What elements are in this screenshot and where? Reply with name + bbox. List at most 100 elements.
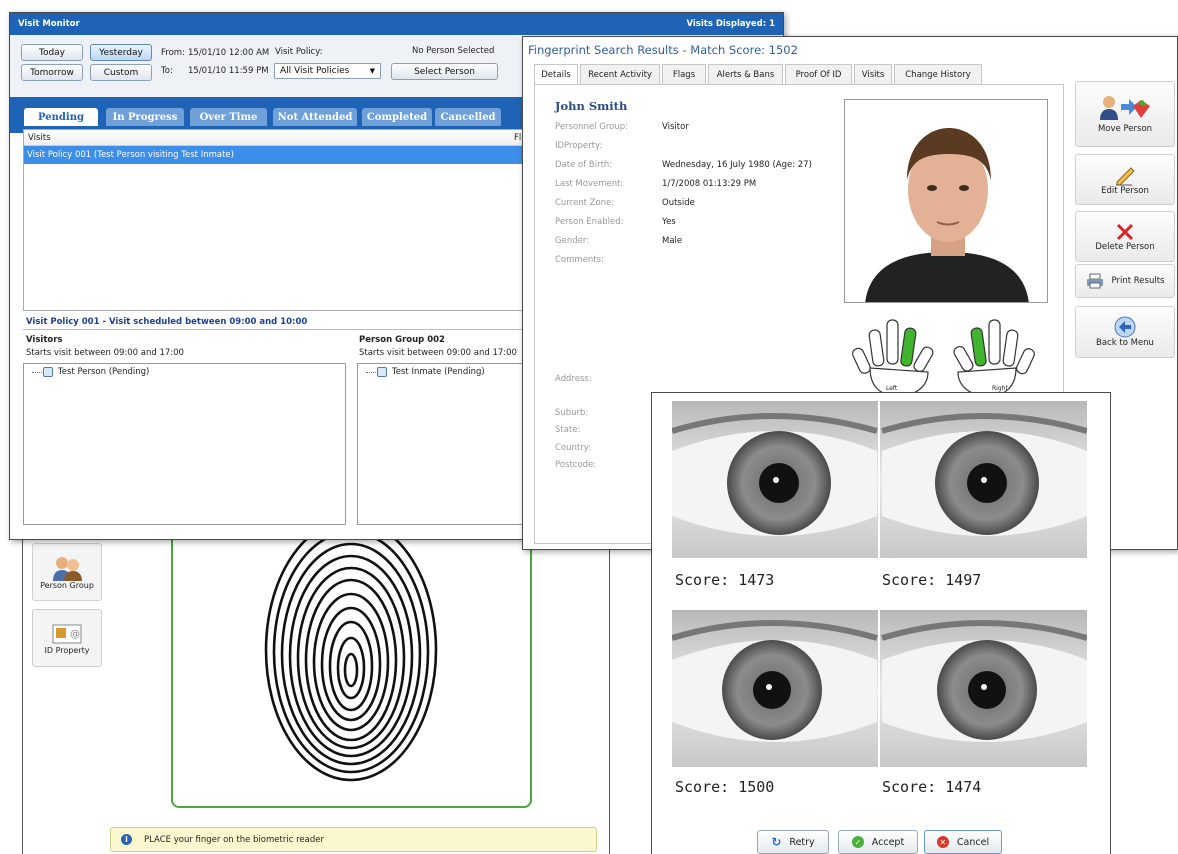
visitors-tree[interactable]: Test Person (Pending) — [23, 363, 346, 525]
field-value: Outside — [662, 198, 695, 208]
move-person-icon — [1100, 96, 1150, 120]
tab-not-attended[interactable]: Not Attended — [273, 108, 357, 126]
field-value: 1/7/2008 01:13:29 PM — [662, 179, 757, 189]
no-person-label: No Person Selected — [412, 46, 495, 56]
retry-label: Retry — [789, 836, 815, 848]
tab-in-progress[interactable]: In Progress — [106, 108, 184, 126]
field-label: Personnel Group: — [555, 122, 628, 132]
field-label: Address: — [555, 374, 592, 384]
accept-label: Accept — [871, 836, 905, 848]
person-name: John Smith — [555, 99, 628, 113]
printer-icon — [1086, 273, 1103, 289]
from-value: 15/01/10 12:00 AM — [188, 48, 270, 58]
person-status-icon — [377, 367, 387, 377]
portrait-image — [865, 128, 1029, 302]
person-group-label: Person Group — [40, 580, 94, 590]
retry-button[interactable]: ↻ Retry — [757, 830, 829, 854]
delete-person-label: Delete Person — [1095, 241, 1155, 252]
field-value: Yes — [662, 217, 676, 227]
visit-policy-select[interactable]: All Visit Policies ▼ — [274, 63, 381, 79]
back-to-menu-label: Back to Menu — [1096, 338, 1154, 348]
group-subtitle: Starts visit between 09:00 and 17:00 — [359, 348, 517, 358]
tab-flags[interactable]: Flags — [662, 64, 706, 84]
right-hand-label: Right — [992, 385, 1008, 392]
group-item[interactable]: Test Inmate (Pending) — [392, 367, 485, 377]
tomorrow-button[interactable]: Tomorrow — [21, 64, 83, 81]
accept-button[interactable]: ✓ Accept — [838, 830, 918, 854]
print-results-button[interactable]: Print Results — [1075, 264, 1175, 298]
cancel-label: Cancel — [956, 836, 990, 848]
field-label: Comments: — [555, 255, 604, 265]
search-results-title: Fingerprint Search Results - Match Score… — [528, 43, 798, 57]
select-person-button[interactable]: Select Person — [391, 63, 498, 80]
yesterday-button[interactable]: Yesterday — [90, 44, 152, 61]
field-value: Male — [662, 236, 683, 246]
tab-proof-of-id[interactable]: Proof Of ID — [785, 64, 852, 84]
visits-column-header: Visits — [28, 133, 51, 143]
svg-text:@: @ — [70, 629, 80, 640]
flags-column-header: Fl — [514, 133, 522, 143]
from-label: From: — [161, 48, 185, 58]
iris-score: Score: 1474 — [882, 778, 982, 796]
person-status-icon — [43, 367, 53, 377]
back-arrow-icon — [1114, 316, 1136, 338]
tab-visits[interactable]: Visits — [854, 64, 892, 84]
hands-finger-diagram — [852, 319, 1035, 396]
iris-score: Score: 1500 — [675, 778, 775, 796]
iris-pair-top — [672, 401, 1087, 558]
delete-x-icon — [1116, 223, 1134, 240]
tab-completed[interactable]: Completed — [362, 108, 432, 126]
field-label: Gender: — [555, 236, 590, 246]
group-tree[interactable]: Test Inmate (Pending) — [357, 363, 537, 525]
field-label: Person Enabled: — [555, 217, 624, 227]
visit-monitor-titlebar: Visit Monitor Visits Displayed: 1 — [10, 13, 783, 35]
person-group-tile[interactable]: Person Group — [32, 543, 102, 601]
tab-cancelled[interactable]: Cancelled — [435, 108, 501, 126]
iris-pair-bottom — [672, 610, 1087, 767]
visit-policy-label: Visit Policy: — [275, 47, 323, 57]
tab-recent-activity[interactable]: Recent Activity — [580, 64, 660, 84]
move-person-button[interactable]: Move Person — [1075, 81, 1175, 147]
iris-score: Score: 1497 — [882, 571, 982, 589]
field-label: Date of Birth: — [555, 160, 613, 170]
field-label: Last Movement: — [555, 179, 624, 189]
visit-row-text: Visit Policy 001 (Test Person visiting T… — [27, 150, 234, 160]
instruction-text: PLACE your finger on the biometric reade… — [144, 834, 324, 845]
tab-pending[interactable]: Pending — [24, 108, 98, 126]
visit-policy-value: All Visit Policies — [280, 66, 350, 76]
edit-person-label: Edit Person — [1101, 185, 1149, 196]
back-to-menu-button[interactable]: Back to Menu — [1075, 306, 1175, 358]
move-person-label: Move Person — [1097, 124, 1153, 134]
field-label: Current Zone: — [555, 198, 615, 208]
edit-person-button[interactable]: Edit Person — [1075, 154, 1175, 205]
visitor-item[interactable]: Test Person (Pending) — [58, 367, 149, 377]
field-label: State: — [555, 425, 581, 435]
cancel-icon: ✕ — [936, 836, 949, 848]
tab-details[interactable]: Details — [534, 64, 578, 85]
field-label: IDProperty: — [555, 141, 603, 151]
field-label: Country: — [555, 443, 592, 453]
group-title: Person Group 002 — [359, 335, 445, 345]
field-value: Wednesday, 16 July 1980 (Age: 27) — [662, 160, 812, 170]
field-value: Visitor — [662, 122, 689, 132]
id-property-tile[interactable]: @ ID Property — [32, 609, 102, 667]
people-icon — [53, 556, 82, 581]
tab-change-history[interactable]: Change History — [894, 64, 982, 84]
fingerprint-image — [253, 530, 453, 782]
cancel-button[interactable]: ✕ Cancel — [924, 830, 1002, 854]
visitors-subtitle: Starts visit between 09:00 and 17:00 — [26, 348, 184, 358]
window-title: Visit Monitor — [18, 19, 80, 29]
tab-alerts-bans[interactable]: Alerts & Bans — [708, 64, 783, 84]
iris-score: Score: 1473 — [675, 571, 775, 589]
print-results-label: Print Results — [1111, 276, 1165, 286]
to-value: 15/01/10 11:59 PM — [188, 66, 269, 76]
tab-over-time[interactable]: Over Time — [190, 108, 267, 126]
custom-button[interactable]: Custom — [90, 64, 152, 81]
dropdown-arrow-icon: ▼ — [369, 67, 375, 75]
visitors-title: Visitors — [26, 335, 63, 345]
today-button[interactable]: Today — [21, 44, 83, 61]
visits-displayed: Visits Displayed: 1 — [686, 19, 775, 29]
to-label: To: — [161, 66, 173, 76]
delete-person-button[interactable]: Delete Person — [1075, 211, 1175, 262]
check-icon: ✓ — [851, 836, 864, 848]
